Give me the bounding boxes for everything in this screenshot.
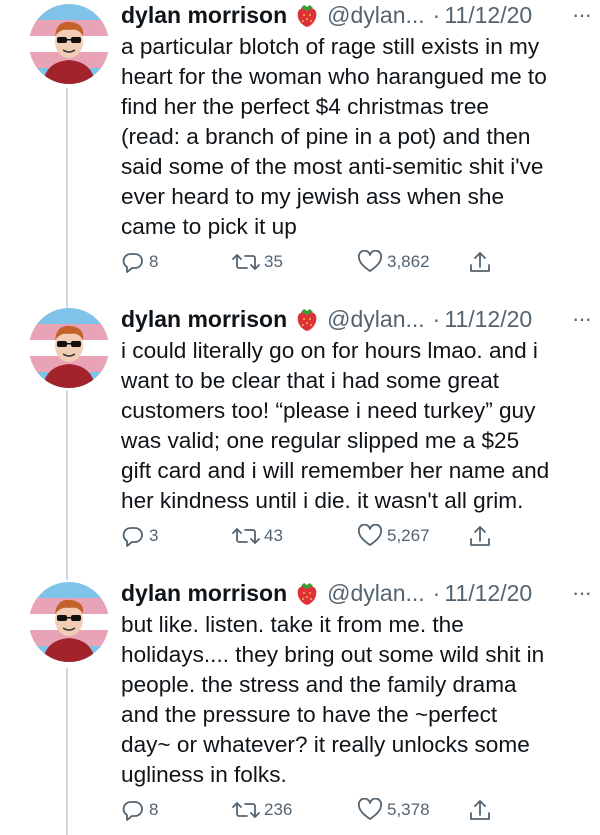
reply-icon — [122, 253, 143, 273]
reply-icon — [122, 801, 143, 821]
like-button[interactable]: 5,378 — [357, 798, 430, 822]
heart-icon — [358, 250, 382, 272]
author-name[interactable]: dylan morrison — [121, 306, 287, 333]
avatar[interactable] — [29, 308, 109, 388]
author-handle[interactable]: @dylan... — [327, 306, 425, 333]
reply-count: 8 — [149, 252, 159, 271]
tweet-date[interactable]: 11/12/20 — [444, 2, 532, 29]
tweet-date[interactable]: 11/12/20 — [444, 306, 532, 333]
retweet-icon — [232, 802, 260, 818]
avatar-icon — [29, 308, 109, 388]
like-count: 5,378 — [387, 800, 430, 819]
avatar[interactable] — [29, 4, 109, 84]
retweet-count: 43 — [264, 526, 283, 545]
retweet-icon — [232, 254, 260, 270]
reply-button[interactable]: 8 — [121, 250, 158, 274]
strawberry-icon — [295, 580, 319, 606]
heart-icon — [358, 798, 382, 820]
separator-dot: · — [432, 579, 441, 606]
strawberry-icon — [295, 2, 319, 28]
author-handle[interactable]: @dylan... — [327, 2, 425, 29]
tweet-text: but like. listen. take it from me. the h… — [121, 612, 545, 787]
strawberry-icon — [295, 306, 319, 332]
separator-dot: · — [432, 1, 441, 28]
retweet-icon — [232, 528, 260, 544]
retweet-count: 35 — [264, 252, 283, 271]
retweet-button[interactable]: 236 — [232, 798, 292, 822]
tweet-date[interactable]: 11/12/20 — [444, 580, 532, 607]
tweet-actions: 3 43 5,267 — [121, 524, 581, 554]
like-count: 5,267 — [387, 526, 430, 545]
tweet-text: a particular blotch of rage still exists… — [121, 34, 547, 239]
avatar-icon — [29, 582, 109, 662]
tweet[interactable]: dylan morrison @dylan... · 11/12/20 ··· … — [0, 304, 600, 574]
more-options-icon[interactable]: ··· — [572, 580, 592, 606]
author-name[interactable]: dylan morrison — [121, 2, 287, 29]
share-button[interactable] — [468, 250, 492, 276]
avatar[interactable] — [29, 582, 109, 662]
tweet-header: dylan morrison @dylan... · 11/12/20 ··· — [121, 578, 592, 608]
retweet-button[interactable]: 35 — [232, 250, 283, 274]
reply-icon — [122, 527, 143, 547]
separator-dot: · — [432, 305, 441, 332]
reply-button[interactable]: 3 — [121, 524, 158, 548]
share-icon — [470, 526, 490, 546]
share-icon — [470, 800, 490, 820]
reply-count: 3 — [149, 526, 159, 545]
heart-icon — [358, 524, 382, 546]
more-options-icon[interactable]: ··· — [572, 306, 592, 332]
reply-count: 8 — [149, 800, 159, 819]
like-button[interactable]: 5,267 — [357, 524, 430, 548]
tweet-text: i could literally go on for hours lmao. … — [121, 338, 550, 513]
share-button[interactable] — [468, 524, 492, 550]
tweet-header: dylan morrison @dylan... · 11/12/20 ··· — [121, 0, 592, 30]
share-icon — [470, 252, 490, 272]
tweet-actions: 8 236 5,378 — [121, 798, 581, 828]
retweet-button[interactable]: 43 — [232, 524, 283, 548]
tweet-actions: 8 35 3,862 — [121, 250, 581, 280]
reply-button[interactable]: 8 — [121, 798, 158, 822]
tweet[interactable]: dylan morrison @dylan... · 11/12/20 ··· … — [0, 0, 600, 290]
author-name[interactable]: dylan morrison — [121, 580, 287, 607]
share-button[interactable] — [468, 798, 492, 824]
tweet-header: dylan morrison @dylan... · 11/12/20 ··· — [121, 304, 592, 334]
author-handle[interactable]: @dylan... — [327, 580, 425, 607]
like-button[interactable]: 3,862 — [357, 250, 430, 274]
retweet-count: 236 — [264, 800, 293, 819]
more-options-icon[interactable]: ··· — [572, 2, 592, 28]
tweet[interactable]: dylan morrison @dylan... · 11/12/20 ··· … — [0, 578, 600, 835]
avatar-icon — [29, 4, 109, 84]
like-count: 3,862 — [387, 252, 430, 271]
